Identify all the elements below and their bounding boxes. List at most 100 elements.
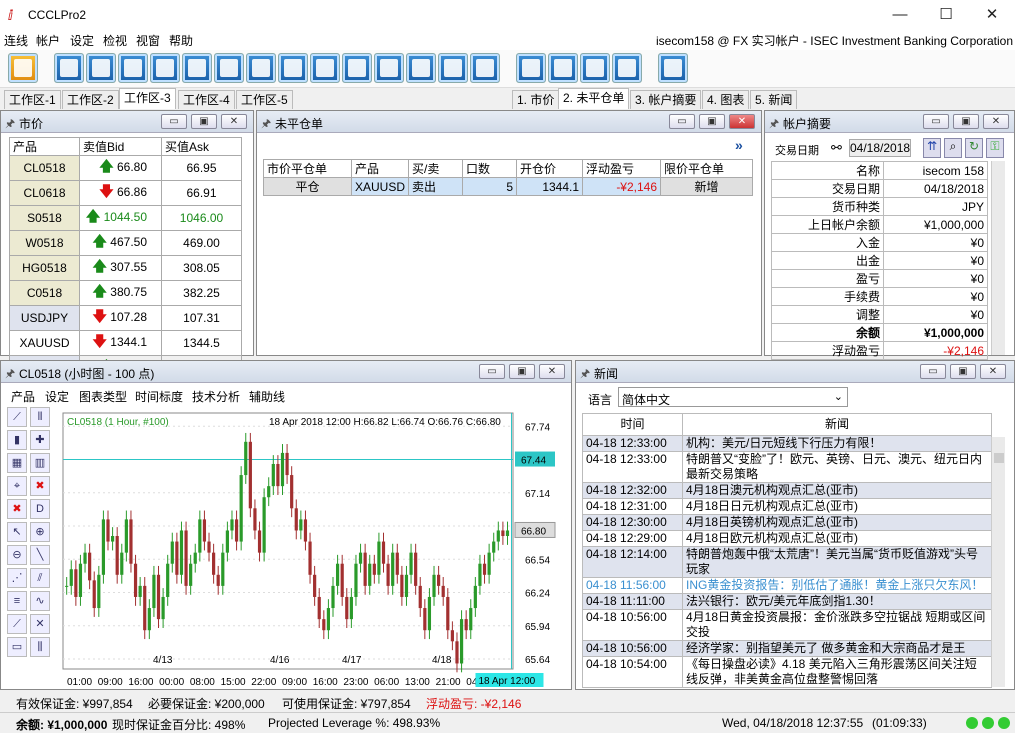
candle-body[interactable] (152, 574, 156, 609)
candle-body[interactable] (124, 519, 128, 553)
chart-menu-time-scale[interactable]: 时间标度 (135, 388, 183, 405)
trade-date-button[interactable]: 04/18/2018 (849, 139, 911, 157)
calendar-icon[interactable] (150, 53, 180, 83)
cell-ask[interactable]: 308.05 (161, 255, 242, 281)
fan-tool-icon[interactable]: ⟋ (7, 614, 27, 634)
candle-body[interactable] (358, 552, 363, 564)
cell-bid[interactable]: 🡇 1344.1 (79, 330, 162, 356)
candle-body[interactable] (505, 530, 510, 537)
candle-body[interactable] (381, 541, 386, 564)
menu-settings[interactable]: 设定 (70, 32, 94, 49)
chart-menu-technical[interactable]: 技术分析 (192, 388, 240, 405)
minimize-window-icon[interactable] (580, 53, 610, 83)
candle-body[interactable] (202, 519, 207, 542)
panel-maximize-button[interactable]: ▣ (953, 114, 979, 129)
candle-body[interactable] (189, 563, 193, 586)
candle-body[interactable] (482, 563, 487, 575)
candle-body[interactable] (244, 441, 248, 476)
candle-body[interactable] (469, 608, 473, 631)
col-header-news[interactable]: 新闻 (682, 413, 992, 436)
cell-bid[interactable]: 🡅 467.50 (79, 230, 162, 256)
cell-bid[interactable]: 🡅 307.55 (79, 255, 162, 281)
cell-bid[interactable]: 🡅 66.80 (79, 155, 162, 181)
binoculars-icon[interactable]: ⚯ (831, 140, 842, 156)
tab-account-summary[interactable]: 3. 帐户摘要 (630, 90, 702, 109)
candle-body[interactable] (97, 574, 101, 609)
candle-body[interactable] (267, 486, 271, 498)
pin-icon[interactable]: 🖈 (5, 115, 15, 130)
cell-bid[interactable]: 🡅 380.75 (79, 280, 162, 306)
candle-body[interactable] (303, 519, 308, 542)
candlestick-chart[interactable]: 67.7467.4467.1466.8466.5466.2465.9465.64… (59, 409, 569, 689)
chart-menu-product[interactable]: 产品 (11, 388, 35, 405)
news-row[interactable]: 04-18 12:33:00 特朗普又“变脸”了！欧元、英镑、日元、澳元、纽元日… (582, 451, 992, 483)
grid-two-icon[interactable]: ▥ (30, 453, 50, 473)
quote-list-icon[interactable] (54, 53, 84, 83)
candle-body[interactable] (322, 619, 326, 631)
candle-body[interactable] (492, 541, 496, 553)
news-headline[interactable]: 4月18日澳元机构观点汇总(亚市) (682, 482, 992, 499)
settings-icon[interactable] (438, 53, 468, 83)
candle-body[interactable] (221, 552, 225, 586)
candle-body[interactable] (88, 552, 92, 581)
panel-minimize-button[interactable]: ▭ (161, 114, 187, 129)
candle-body[interactable] (418, 585, 422, 609)
lock-icon[interactable]: ⚿ (986, 138, 1004, 158)
candle-body[interactable] (115, 536, 119, 575)
col-header-lots[interactable]: 口数 (462, 159, 518, 178)
candle-body[interactable] (400, 574, 404, 597)
col-header-open-price[interactable]: 开仓价 (516, 159, 584, 178)
bars-tool-icon[interactable]: ⫼ (30, 637, 50, 657)
chart-up-icon[interactable] (374, 53, 404, 83)
candle-body[interactable] (464, 619, 468, 631)
delete-all-icon[interactable]: ✖ (7, 499, 27, 519)
candle-body[interactable] (257, 530, 262, 553)
candle-body[interactable] (193, 552, 197, 564)
arrow-cursor-icon[interactable]: ↖ (7, 522, 27, 542)
news-headline[interactable]: 特朗普炮轰中俄“太荒唐”！美元当属“货币贬值游戏”头号玩家 (682, 546, 992, 578)
candle-chart-icon[interactable]: ▮ (7, 430, 27, 450)
candle-body[interactable] (143, 585, 147, 631)
home-icon[interactable] (8, 53, 38, 83)
menu-help[interactable]: 帮助 (169, 32, 193, 49)
news-scrollbar[interactable] (991, 437, 1005, 687)
news-headline[interactable]: 经济学家：别指望美元了 做多黄金和大宗商品才是王 (682, 640, 992, 657)
window-list-icon[interactable] (548, 53, 578, 83)
news-row[interactable]: 04-18 12:31:00 4月18日日元机构观点汇总(亚市) (582, 498, 992, 515)
candle-body[interactable] (129, 519, 133, 564)
candle-body[interactable] (106, 519, 110, 542)
candle-body[interactable] (459, 619, 464, 664)
candle-body[interactable] (478, 563, 482, 586)
candle-body[interactable] (414, 552, 418, 586)
market-row[interactable]: CL0618 🡇 66.86 66.91 (9, 180, 242, 206)
crosshair-icon[interactable]: ✚ (30, 430, 50, 450)
candle-body[interactable] (427, 596, 432, 631)
cell-ask[interactable]: 1046.00 (161, 205, 242, 231)
candle-body[interactable] (313, 574, 317, 597)
wave-tool-icon[interactable]: ∿ (30, 591, 50, 611)
col-header-time[interactable]: 时间 (582, 413, 683, 436)
tab-market[interactable]: 1. 市价 (512, 90, 560, 109)
contacts-icon[interactable] (246, 53, 276, 83)
news-row[interactable]: 04-18 12:14:00 特朗普炮轰中俄“太荒唐”！美元当属“货币贬值游戏”… (582, 546, 992, 578)
market-row[interactable]: CL0518 🡅 66.80 66.95 (9, 155, 242, 181)
bar-chart-icon[interactable]: ⫴ (30, 407, 50, 427)
candle-body[interactable] (207, 541, 211, 553)
panel-close-button[interactable]: ✕ (729, 114, 755, 129)
pin-icon[interactable]: 🖈 (5, 365, 15, 380)
layout-grid-icon[interactable] (516, 53, 546, 83)
close-window-icon[interactable] (612, 53, 642, 83)
candle-body[interactable] (285, 452, 289, 476)
news-row[interactable]: 04-18 10:56:00 经济学家：别指望美元了 做多黄金和大宗商品才是王 (582, 640, 992, 657)
candle-body[interactable] (161, 596, 165, 620)
news-headline[interactable]: ING黄金投资报告：别低估了通胀！黄金上涨只欠东风！ (682, 577, 992, 594)
news-row[interactable]: 04-18 12:33:00 机构：美元/日元短线下行压力有限！ (582, 435, 992, 452)
tab-workspace-3[interactable]: 工作区-3 (119, 88, 176, 109)
cell-bid[interactable]: 🡇 66.86 (79, 180, 162, 206)
candle-body[interactable] (290, 475, 294, 509)
news-headline[interactable]: 4月18日日元机构观点汇总(亚市) (682, 498, 992, 515)
cursor-chart-icon[interactable]: ⌖ (7, 476, 27, 496)
candle-body[interactable] (423, 608, 427, 631)
news-row[interactable]: 04-18 12:29:00 4月18日欧元机构观点汇总(亚市) (582, 530, 992, 547)
candle-body[interactable] (65, 585, 69, 587)
